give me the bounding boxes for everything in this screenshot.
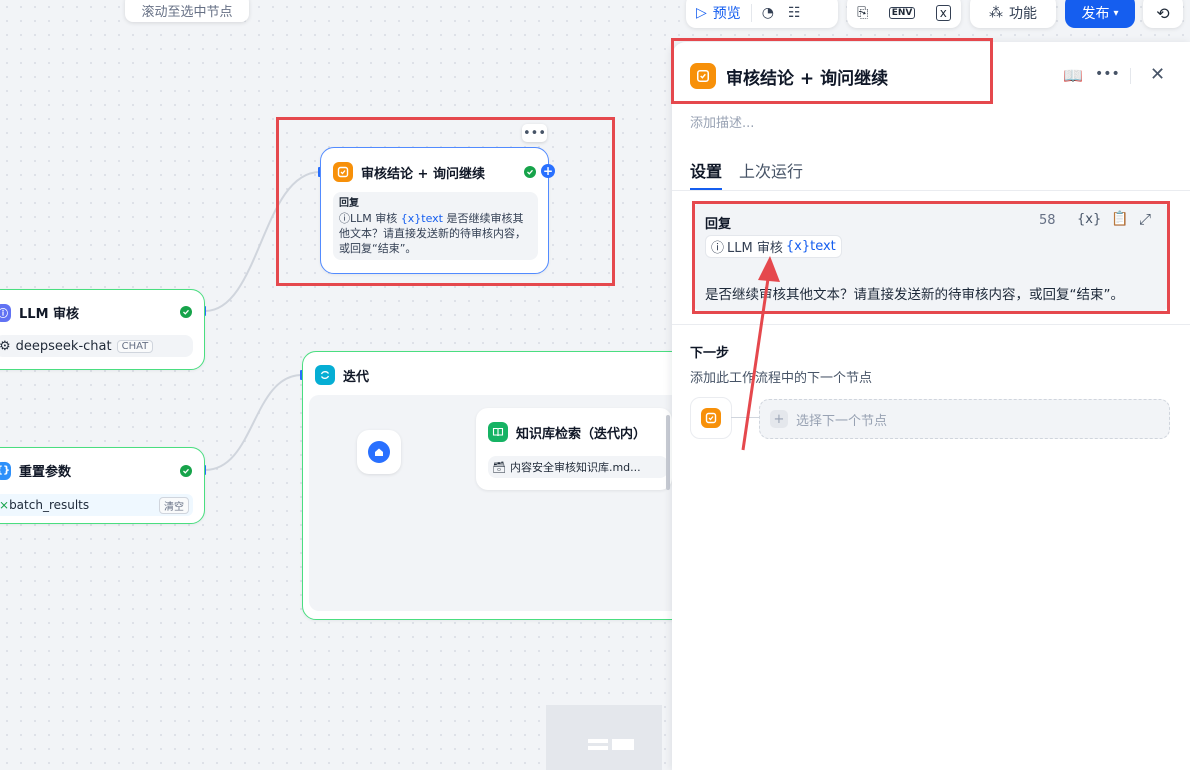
reset-node[interactable]: {} 重置参数 ⨯batch_results 清空 — [0, 447, 205, 524]
toolbar-vars-group: ⎘ ENV x — [847, 0, 961, 28]
clear-tag: 清空 — [159, 496, 189, 514]
reply-node-content: 回复 ⓘLLM 审核 {x}text 是否继续审核其他文本？请直接发送新的待审核… — [333, 192, 538, 260]
reply-node[interactable]: 审核结论 + 询问继续 回复 ⓘLLM 审核 {x}text 是否继续审核其他文… — [320, 147, 549, 274]
run-history-button[interactable]: ◔ — [752, 1, 784, 25]
reset-var-row: ⨯batch_results 清空 — [0, 494, 193, 516]
more-icon: ••• — [522, 125, 546, 141]
description-input[interactable]: 添加描述... — [690, 112, 754, 131]
clock-play-icon: ◔ — [761, 5, 774, 21]
node-more-button[interactable]: ••• — [522, 124, 547, 142]
home-icon — [368, 441, 390, 463]
variable-icon: ⨯ — [0, 498, 10, 512]
next-step-current-node — [690, 397, 732, 439]
system-var-icon[interactable]: x — [935, 5, 951, 21]
features-button[interactable]: ⁂ 功能 — [970, 0, 1056, 28]
preview-button[interactable]: ▷ 预览 — [686, 1, 751, 25]
success-check-icon — [180, 465, 192, 477]
reply-label: 回复 — [705, 217, 732, 232]
iteration-start-node[interactable] — [357, 430, 401, 474]
panel-title-row: 审核结论 + 询问继续 — [690, 63, 888, 89]
llm-node-title: LLM 审核 — [19, 307, 80, 322]
llm-model-row: ⚙ deepseek-chat CHAT — [0, 335, 193, 357]
success-check-icon — [524, 166, 536, 178]
add-next-node-button[interactable]: + — [541, 164, 555, 178]
llm-var-icon: ⓘ — [711, 241, 725, 256]
minimap[interactable] — [546, 705, 662, 770]
publish-button[interactable]: 发布 ▾ — [1065, 0, 1135, 28]
history-icon: ⟲ — [1156, 3, 1170, 23]
llm-var-icon: ⓘ — [339, 212, 350, 225]
features-icon: ⁂ — [989, 5, 1003, 21]
checklist-icon: ☷ — [788, 5, 801, 21]
reply-node-icon — [333, 162, 353, 182]
iteration-node-title: 迭代 — [343, 369, 370, 385]
env-icon[interactable]: ENV — [888, 7, 916, 19]
close-icon[interactable]: ✕ — [1150, 64, 1165, 85]
kb-dataset-row: 🗃 内容安全审核知识库.md... — [488, 456, 668, 478]
toolbar-run-group: ▷ 预览 ◔ ☷ — [686, 0, 838, 28]
kb-node-title: 知识库检索（迭代内） — [516, 426, 647, 442]
chevron-down-icon: ▾ — [1113, 7, 1119, 19]
llm-node[interactable]: ⓘ LLM 审核 ⚙ deepseek-chat CHAT — [0, 289, 205, 370]
conversation-var-icon[interactable]: ⎘ — [857, 5, 868, 21]
expand-icon[interactable]: ⤢ — [1139, 210, 1151, 228]
tab-last-run[interactable]: 上次运行 — [739, 158, 803, 182]
reply-node-icon — [701, 408, 721, 428]
iteration-icon — [315, 365, 335, 385]
next-step-title: 下一步 — [690, 346, 730, 361]
more-icon[interactable]: ••• — [1095, 66, 1120, 82]
reply-node-icon — [690, 63, 716, 89]
reply-node-title: 审核结论 + 询问继续 — [361, 166, 485, 182]
reply-char-count: 58 — [1039, 213, 1056, 228]
knowledge-book-icon — [488, 422, 508, 442]
iteration-scrollbar[interactable] — [666, 415, 670, 490]
success-check-icon — [180, 306, 192, 318]
help-doc-icon[interactable]: 📖 — [1063, 66, 1083, 85]
select-next-node-button[interactable]: + 选择下一个节点 — [759, 399, 1170, 439]
model-icon: ⚙ — [0, 338, 11, 354]
llm-icon: ⓘ — [0, 303, 11, 322]
dataset-icon: 🗃 — [492, 460, 506, 474]
kb-node[interactable]: 知识库检索（迭代内） 🗃 内容安全审核知识库.md... — [476, 408, 672, 490]
variable-assigner-icon: {} — [0, 461, 11, 480]
version-history-button[interactable]: ⟲ — [1143, 0, 1183, 28]
clipboard-icon[interactable]: 📋 — [1111, 211, 1128, 227]
insert-variable-icon[interactable]: {x} — [1077, 212, 1101, 227]
panel-title[interactable]: 审核结论 + 询问继续 — [726, 64, 888, 89]
checklist-button[interactable]: ☷ — [784, 1, 805, 25]
annotation-arrow — [741, 256, 780, 451]
play-icon: ▷ — [696, 5, 707, 21]
tab-settings[interactable]: 设置 — [690, 158, 722, 182]
reset-node-title: 重置参数 — [19, 465, 72, 480]
